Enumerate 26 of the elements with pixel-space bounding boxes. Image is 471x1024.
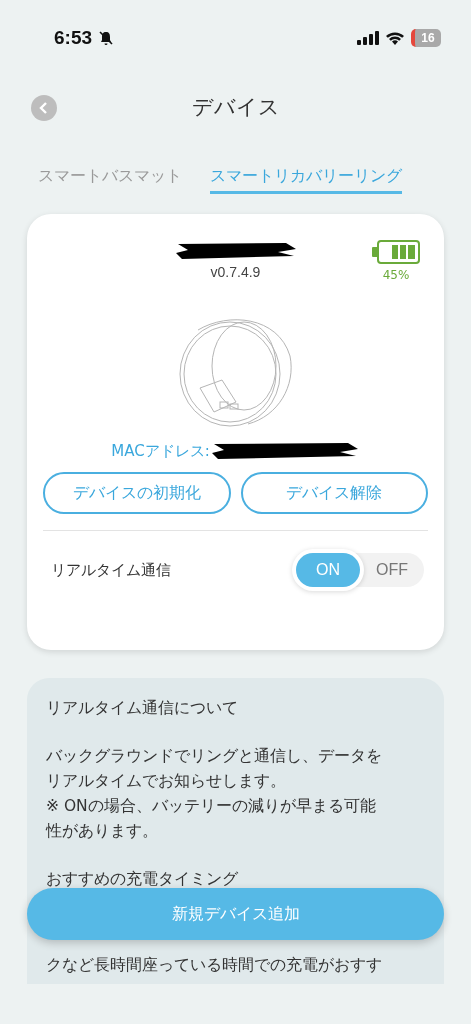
add-device-button[interactable]: 新規デバイス追加 (27, 888, 444, 940)
status-time: 6:53 (54, 27, 93, 49)
info-text: クなど長時間座っている時間での充電がおすす (46, 955, 383, 976)
realtime-label: リアルタイム通信 (51, 560, 171, 580)
info-text: リアルタイムでお知らせします。 (46, 771, 287, 792)
reset-device-button[interactable]: デバイスの初期化 (43, 472, 231, 514)
info-text: 性があります。 (46, 821, 159, 842)
chevron-left-icon (39, 102, 49, 114)
bell-off-icon (98, 30, 115, 46)
wifi-icon (385, 31, 405, 45)
battery-icon (372, 240, 420, 264)
info-text: バックグラウンドでリングと通信し、データを (46, 746, 383, 767)
unpair-device-button[interactable]: デバイス解除 (240, 472, 428, 514)
info-text: ※ ONの場合、バッテリーの減りが早まる可能 (46, 796, 377, 817)
device-tab[interactable]: スマートバスマット (38, 164, 182, 194)
signal-icon (357, 31, 379, 45)
page-title: デバイス (191, 94, 280, 121)
back-button[interactable] (31, 95, 57, 121)
mac-address-label: MACアドレス: (111, 441, 210, 461)
battery-percent: 45% (382, 268, 410, 282)
device-tab[interactable]: スマートリカバリーリング (210, 164, 402, 194)
firmware-version: v0.7.4.9 (210, 264, 261, 280)
info-text: リアルタイム通信について (46, 698, 239, 719)
info-text: おすすめの充電タイミング (46, 869, 239, 890)
phone-battery: 16 (411, 29, 441, 47)
toggle-option[interactable]: OFF (360, 553, 424, 587)
